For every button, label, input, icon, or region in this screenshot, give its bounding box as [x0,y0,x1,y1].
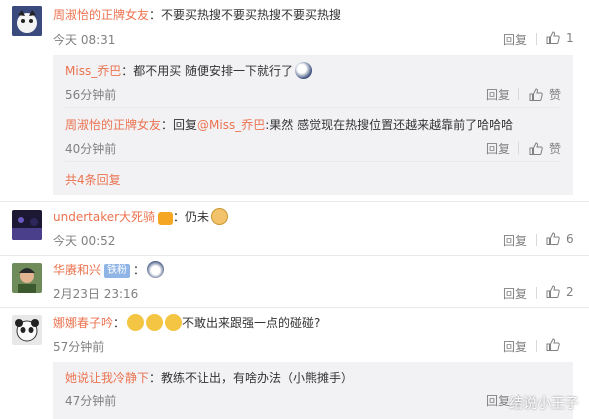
hug-emoji-icon [127,314,145,331]
hug-emoji-icon [146,314,164,331]
divider [536,287,537,299]
like-label: 赞 [549,88,562,102]
reply-body: Miss_乔巴：都不用买 随便安排一下就行了 [65,62,313,80]
username-link[interactable]: 娜娜春子吟 [53,316,113,330]
avatar[interactable] [12,210,42,240]
thumbs-up-icon [546,232,560,245]
comment-body: 娜娜春子吟： 不敢出来跟强一点的碰碰? [53,314,320,332]
reply-text: ：都不用买 随便安排一下就行了 [121,64,294,78]
timestamp: 2月23日 23:16 [53,287,139,301]
like-button[interactable]: 6 [546,232,574,246]
comment-text: ：不要买热搜不要买热搜不要买热搜 [149,8,342,22]
comment-divider [0,201,589,202]
comment-divider [0,307,589,308]
avatar-image [12,263,42,293]
divider [536,234,537,246]
reply-body: 她说让我冷静下：教练不让出，有啥办法（小熊摊手） [65,369,353,387]
timestamp: 56分钟前 [65,88,117,102]
fan-badge: 铁粉 [104,264,131,278]
reply-button[interactable]: 回复 [503,338,527,355]
comment-body: undertaker大死骑 ：仍未 [53,208,229,226]
like-count: 2 [566,285,574,299]
divider [518,88,519,100]
timestamp: 今天 08:31 [53,33,116,47]
comment-body: 华赓和兴 铁粉： [53,261,165,279]
reply-button[interactable]: 回复 [486,86,510,103]
more-replies-link[interactable]: 共4条回复 [65,171,121,188]
avatar-image [12,6,42,36]
vip-badge-icon [158,212,174,225]
emoji-icon [295,62,313,79]
avatar[interactable] [12,315,42,345]
comment-prefix: ： [113,316,126,330]
username-link[interactable]: 周淑怡的正牌女友 [53,8,149,22]
reply-button[interactable]: 回复 [503,285,527,302]
timestamp: 57分钟前 [53,340,105,354]
comment-divider [0,255,589,256]
username-link[interactable]: Miss_乔巴 [65,64,121,78]
like-button[interactable]: 1 [546,31,574,45]
reply-button[interactable]: 回复 [503,232,527,249]
reply-text: :果然 感觉现在热搜位置还越来越靠前了哈哈哈 [265,118,514,132]
like-label: 赞 [549,142,562,156]
avatar[interactable] [12,263,42,293]
comment-text: 不敢出来跟强一点的碰碰? [182,316,321,330]
like-count: 1 [566,31,574,45]
avatar-image [12,315,42,345]
divider [536,340,537,352]
divider [518,142,519,154]
comment-text: ： [133,263,146,277]
reply-divider [65,107,561,108]
reply-text: ：教练不让出，有啥办法（小熊摊手） [149,371,354,385]
doge-emoji-icon [211,208,229,225]
username-link[interactable]: undertaker大死骑 [53,210,155,224]
username-link[interactable]: 周淑怡的正牌女友 [65,118,161,132]
watermark: 结说小王子 [509,396,579,412]
like-button[interactable]: 2 [546,285,574,299]
like-count: 6 [566,232,574,246]
husky-emoji-icon [147,261,165,278]
reply-button[interactable]: 回复 [503,31,527,48]
timestamp: 40分钟前 [65,142,117,156]
hug-emoji-icon [165,314,183,331]
comment-text: ：仍未 [173,210,210,224]
thumbs-up-icon [546,338,560,351]
reply-divider [65,161,561,162]
mention-link[interactable]: @Miss_乔巴 [197,118,265,132]
divider [536,33,537,45]
reply-button[interactable]: 回复 [486,392,510,409]
thumbs-up-icon [529,88,543,101]
timestamp: 47分钟前 [65,394,117,408]
avatar[interactable] [12,6,42,36]
avatar-image [12,210,42,240]
username-link[interactable]: 她说让我冷静下 [65,371,149,385]
like-button[interactable]: 赞 [529,86,561,103]
comment-body: 周淑怡的正牌女友：不要买热搜不要买热搜不要买热搜 [53,6,341,24]
timestamp: 今天 00:52 [53,234,116,248]
reply-body: 周淑怡的正牌女友：回复@Miss_乔巴:果然 感觉现在热搜位置还越来越靠前了哈哈… [65,116,513,134]
like-button[interactable] [546,338,566,352]
reply-prefix: ：回复 [161,118,198,132]
like-button[interactable]: 赞 [529,140,561,157]
thumbs-up-icon [529,142,543,155]
reply-button[interactable]: 回复 [486,140,510,157]
thumbs-up-icon [546,285,560,298]
thumbs-up-icon [546,31,560,44]
username-link[interactable]: 华赓和兴 [53,263,101,277]
